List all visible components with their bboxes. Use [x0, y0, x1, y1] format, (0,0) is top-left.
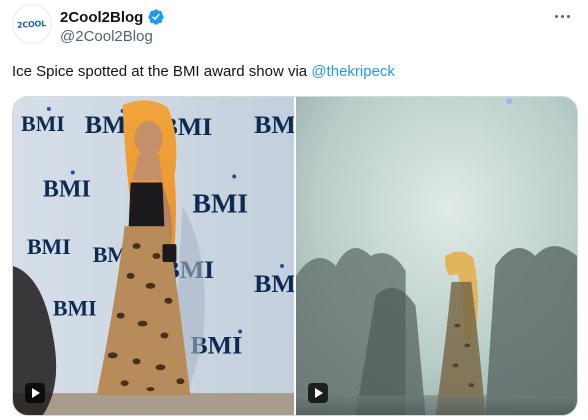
stage-performance-photo — [296, 97, 577, 415]
tweet-body: Ice Spice spotted at the BMI award show … — [12, 63, 312, 80]
bmi-logo: BMI — [254, 269, 294, 298]
bmi-logo: BMI — [192, 188, 248, 219]
avatar[interactable]: 2COOL — [12, 4, 52, 44]
bmi-logo: BMI — [43, 176, 91, 202]
bmi-logo: BMI — [21, 111, 65, 136]
author-name-row: 2Cool2Blog — [60, 8, 165, 26]
bmi-logo: BMI — [254, 110, 294, 139]
media-grid: BMI BMI BMI BMI BMI BMI BMI BMI BMI BMI … — [12, 96, 578, 416]
mention-link[interactable]: @thekripeck — [311, 63, 395, 80]
video-thumbnail-right[interactable] — [296, 97, 577, 415]
bmi-logo: BMI — [27, 234, 71, 259]
tweet-text: Ice Spice spotted at the BMI award show … — [12, 62, 395, 82]
author-handle[interactable]: @2Cool2Blog — [60, 28, 153, 45]
video-thumbnail-left[interactable]: BMI BMI BMI BMI BMI BMI BMI BMI BMI BMI … — [13, 97, 294, 415]
play-icon[interactable] — [308, 383, 328, 403]
bmi-logo: BMI — [53, 296, 97, 321]
red-carpet-photo: BMI BMI BMI BMI BMI BMI BMI BMI BMI BMI … — [13, 97, 294, 415]
avatar-logo: 2COOL — [17, 18, 47, 30]
verified-badge-icon — [148, 9, 165, 25]
author-display-name[interactable]: 2Cool2Blog — [60, 9, 143, 26]
play-icon[interactable] — [25, 383, 45, 403]
more-options-icon[interactable] — [550, 6, 574, 26]
